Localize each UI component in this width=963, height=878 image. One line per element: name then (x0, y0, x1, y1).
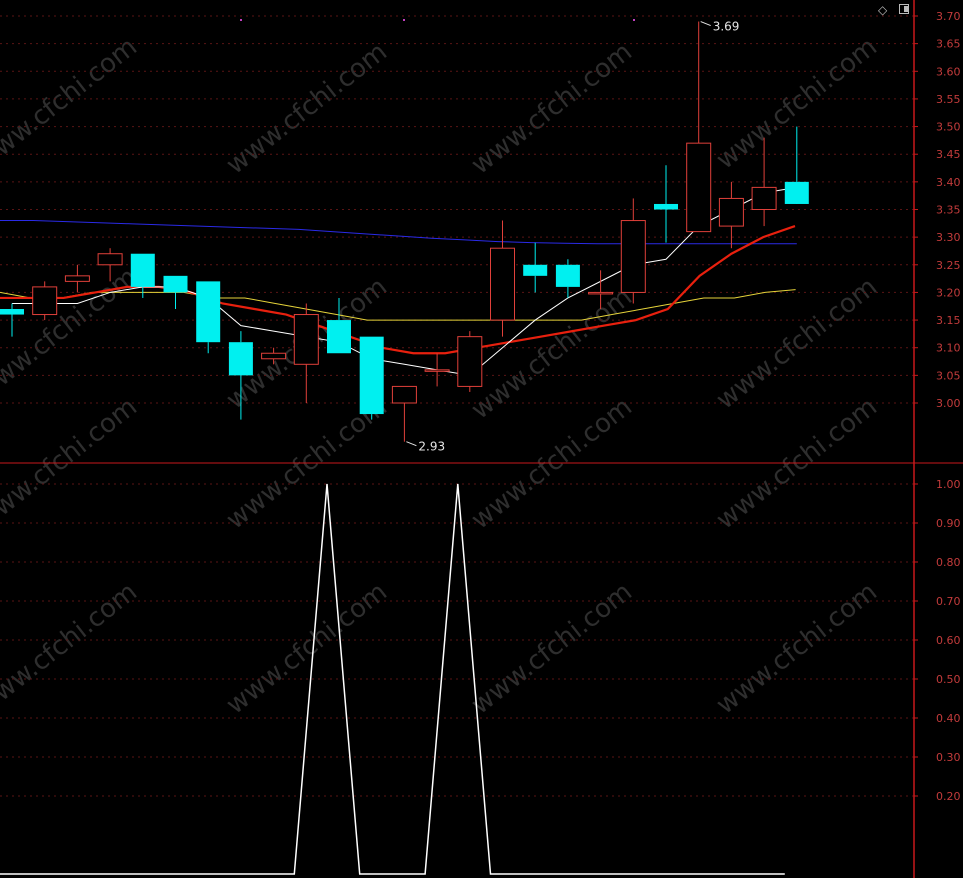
annotation-arrow (700, 21, 711, 26)
candle-body-down (163, 275, 188, 293)
indicator-tick-label: 0.60 (936, 634, 961, 647)
candle-body-up (391, 385, 417, 404)
candle-body-down (196, 281, 221, 343)
ma60-line (0, 220, 797, 245)
watermark-text: www.cfchi.com (466, 577, 638, 721)
price-tick-label: 3.60 (936, 65, 961, 78)
price-tick-label: 3.20 (936, 286, 961, 299)
price-tick-label: 3.65 (936, 38, 961, 51)
indicator-tick-label: 0.70 (936, 595, 961, 608)
indicator-tick-label: 0.30 (936, 751, 961, 764)
candle-body-up (490, 247, 515, 321)
candle-body-down (555, 264, 580, 287)
annotation-label: 2.93 (418, 440, 445, 454)
annotation-label: 3.69 (713, 20, 740, 34)
indicator-tick-label: 0.40 (936, 712, 961, 725)
price-tick-label: 3.55 (936, 93, 961, 106)
candle-body-up (686, 142, 712, 233)
candle-body-up (751, 186, 777, 210)
top-marker (240, 19, 242, 21)
watermark-text: www.cfchi.com (711, 272, 883, 416)
price-tick-label: 3.50 (936, 121, 961, 134)
indicator-tick-label: 0.80 (936, 556, 961, 569)
candle-body-up (620, 220, 646, 293)
watermark-text: www.cfchi.com (0, 262, 143, 406)
watermark-text: www.cfchi.com (711, 392, 883, 536)
candle-body-down (359, 336, 384, 415)
candle-body-up (457, 336, 483, 387)
candle-body-down (327, 320, 351, 354)
price-tick-label: 3.30 (936, 231, 961, 244)
watermark-text: www.cfchi.com (711, 577, 883, 721)
candle-body-down (654, 203, 678, 210)
candle-body-down (130, 253, 155, 287)
watermark-text: www.cfchi.com (0, 577, 143, 721)
price-tick-label: 3.35 (936, 204, 961, 217)
indicator-tick-label: 0.50 (936, 673, 961, 686)
candle-body-up (32, 286, 58, 316)
indicator-tick-label: 0.20 (936, 790, 961, 803)
candle-body-up (424, 369, 450, 372)
price-tick-label: 3.15 (936, 314, 961, 327)
price-tick-label: 3.10 (936, 342, 961, 355)
candle-body-down (523, 264, 548, 276)
price-tick-label: 3.25 (936, 259, 961, 272)
watermark-text: www.cfchi.com (221, 577, 393, 721)
price-tick-label: 3.45 (936, 148, 961, 161)
candlestick-series (0, 21, 809, 442)
price-tick-label: 3.00 (936, 397, 961, 410)
candle-body-up (261, 352, 287, 360)
chart-canvas: www.cfchi.com www.cfchi.com www.cfchi.com w… (0, 0, 963, 878)
watermark-layer: www.cfchi.com www.cfchi.com www.cfchi.com w… (0, 32, 883, 721)
indicator-tick-label: 0.90 (936, 517, 961, 530)
price-tick-label: 3.70 (936, 10, 961, 23)
indicator-tick-label: 1.00 (936, 478, 961, 491)
watermark-text: www.cfchi.com (466, 37, 638, 181)
candle-body-up (718, 197, 744, 227)
price-tick-label: 3.05 (936, 369, 961, 382)
panel-toggle-icon[interactable] (899, 4, 909, 14)
candle-body-up (64, 275, 90, 282)
top-marker (633, 19, 635, 21)
top-marker (403, 19, 405, 21)
candle-body-up (293, 314, 319, 365)
annotation-arrow (406, 441, 417, 447)
watermark-text: www.cfchi.com (0, 392, 143, 536)
candle-body-down (228, 342, 253, 376)
price-tick-label: 3.40 (936, 176, 961, 189)
candle-body-down (784, 181, 809, 204)
candle-body-up (588, 291, 614, 295)
diamond-icon[interactable]: ◇ (878, 3, 887, 17)
watermark-text: www.cfchi.com (221, 37, 393, 181)
candle-body-down (0, 309, 24, 315)
candle-body-up (97, 253, 123, 266)
